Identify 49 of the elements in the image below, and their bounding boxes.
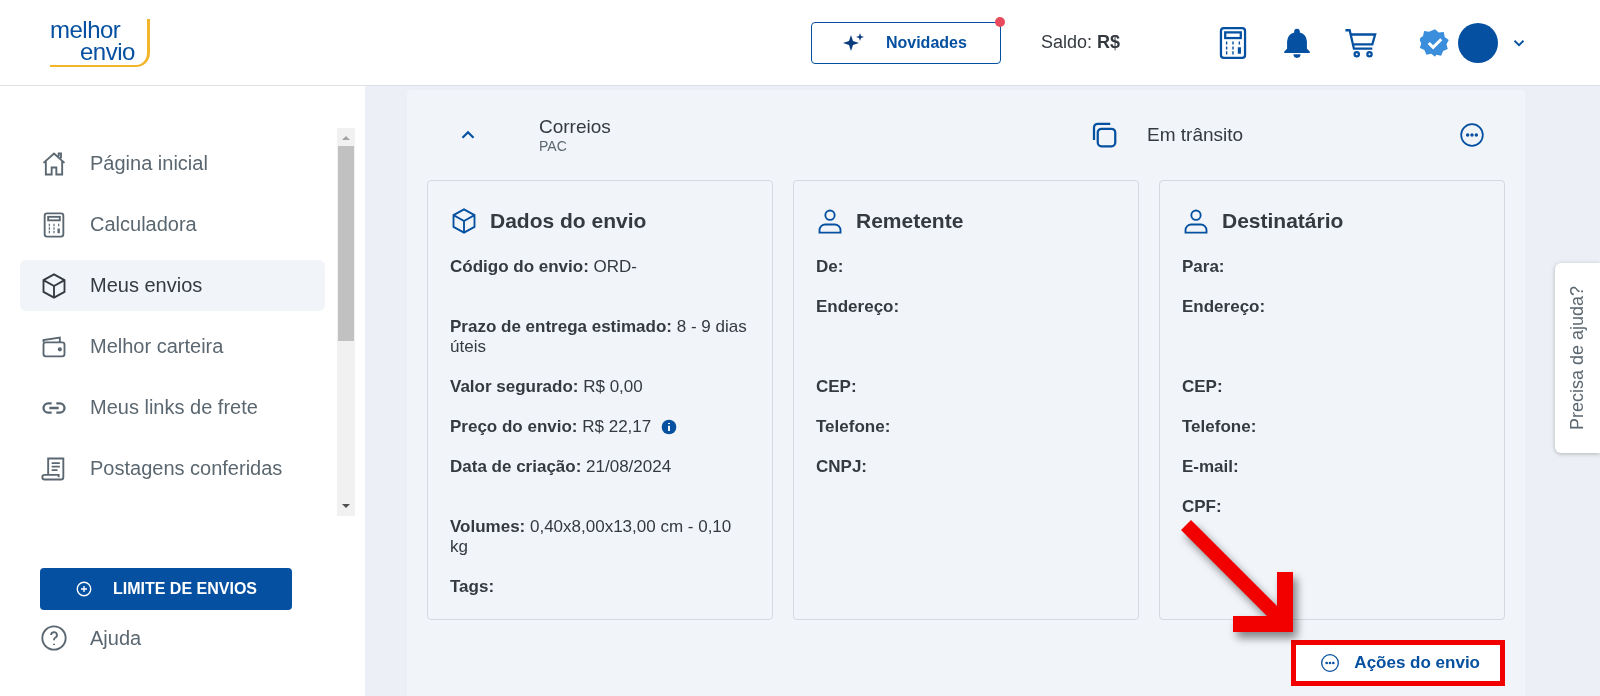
field-text: Volumes: 0,40x8,00x13,00 cm - 0,10 kg xyxy=(450,517,733,557)
help-link[interactable]: Ajuda xyxy=(40,624,170,652)
info-icon[interactable] xyxy=(661,419,678,435)
field-text: Preço do envio: R$ 22,17 xyxy=(450,417,652,437)
balance-value: R$ xyxy=(1097,32,1120,53)
help-tab[interactable]: Precisa de ajuda? xyxy=(1555,263,1600,453)
field-text: CEP: xyxy=(816,377,857,397)
balance-label: Saldo: xyxy=(1040,32,1092,53)
field-text: De: xyxy=(816,257,844,277)
avatar[interactable] xyxy=(1458,22,1498,63)
status-text: Em trânsito xyxy=(1147,124,1244,146)
scrollbar[interactable] xyxy=(337,128,355,516)
sidebar-item[interactable]: Postagens conferidas xyxy=(20,443,325,494)
limit-button[interactable]: LIMITE DE ENVIOS xyxy=(40,568,292,610)
plus-icon xyxy=(75,580,93,598)
carrier-name: Correios xyxy=(539,116,612,138)
sidebar-item[interactable]: Meus links de frete xyxy=(20,382,325,433)
card-title: Dados do envio xyxy=(490,209,647,233)
field-text: Endereço: xyxy=(816,297,900,317)
service-name: PAC xyxy=(539,138,568,154)
more-options-icon[interactable] xyxy=(1459,122,1485,148)
field-text: CEP: xyxy=(1182,377,1223,397)
card-title: Destinatário xyxy=(1222,209,1344,233)
field-text: CPF: xyxy=(1182,497,1222,517)
card-title: Remetente xyxy=(856,209,964,233)
sidebar-item[interactable]: Meus envios xyxy=(20,260,325,311)
sidebar-item[interactable]: Melhor carteira xyxy=(20,321,325,372)
sidebar-item[interactable]: Calculadora xyxy=(20,199,325,250)
field-text: Prazo de entrega estimado: 8 - 9 dias úteis xyxy=(450,317,748,357)
field-text: Telefone: xyxy=(1182,417,1257,437)
field-text: E-mail: xyxy=(1182,457,1239,477)
more-options-icon xyxy=(1320,653,1341,673)
verified-badge-icon xyxy=(1420,27,1450,58)
person-icon xyxy=(816,207,844,235)
sidebar-item[interactable]: Página inicial xyxy=(20,138,325,189)
person-icon xyxy=(1182,207,1210,235)
field-text: Para: xyxy=(1182,257,1225,277)
help-icon xyxy=(40,624,68,652)
field-text: Código do envio: ORD- xyxy=(450,257,637,277)
box-icon xyxy=(40,271,68,300)
field-text: Valor segurado: R$ 0,00 xyxy=(450,377,643,397)
field-text: Tags: xyxy=(450,577,495,597)
field-text: Telefone: xyxy=(816,417,891,437)
logo[interactable]: melhor envio xyxy=(50,18,150,67)
actions-button[interactable]: Ações do envio xyxy=(1291,640,1505,686)
box-icon xyxy=(450,207,478,235)
field-text: Data de criação: 21/08/2024 xyxy=(450,457,672,477)
field-text: Endereço: xyxy=(1182,297,1266,317)
field-text: CNPJ: xyxy=(816,457,867,477)
